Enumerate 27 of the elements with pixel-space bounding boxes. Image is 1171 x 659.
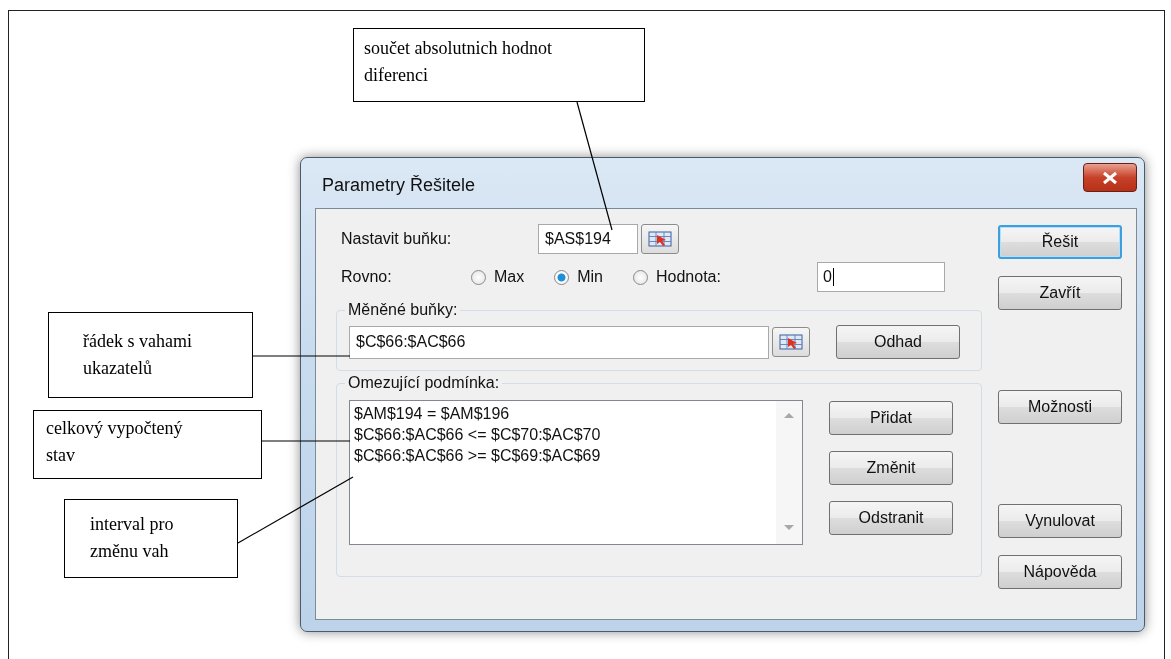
dialog-button[interactable]: Řešit	[998, 225, 1122, 259]
list-item[interactable]: $AM$194 = $AM$196	[354, 403, 772, 424]
constraint-button[interactable]: Přidat	[829, 401, 953, 435]
list-item[interactable]: $C$66:$AC$66 <= $C$70:$AC$70	[354, 424, 772, 445]
list-item[interactable]: $C$66:$AC$66 >= $C$69:$AC$69	[354, 445, 772, 466]
constraint-button[interactable]: Odstranit	[829, 501, 953, 535]
group-label: Měněné buňky:	[347, 301, 459, 319]
radio-option[interactable]: Min	[554, 268, 603, 286]
window-title: Parametry Řešitele	[322, 175, 476, 196]
field-label: Rovno:	[341, 268, 393, 286]
callout-note: součet absolutnich hodnot diferenci	[353, 28, 645, 102]
dialog-button[interactable]: Nápověda	[998, 555, 1122, 589]
callout-note: interval pro změnu vah	[64, 499, 238, 578]
radio-option[interactable]: Hodnota:	[633, 268, 721, 286]
value-field[interactable]: 0	[817, 262, 945, 292]
callout-note: řádek s vahami ukazatelů	[48, 312, 253, 398]
dialog-button[interactable]: Možnosti	[998, 390, 1122, 424]
dialog-button[interactable]: Zavřít	[998, 276, 1122, 310]
radio-option[interactable]: Max	[471, 268, 525, 286]
callout-note: celkový vypočtený stav	[33, 410, 262, 479]
field-label: Nastavit buňku:	[341, 230, 453, 248]
changing-cells-field[interactable]: $C$66:$AC$66	[349, 325, 769, 359]
constraint-button[interactable]: Změnit	[829, 451, 953, 485]
guess-button[interactable]: Odhad	[836, 325, 960, 359]
dialog-button[interactable]: Vynulovat	[998, 504, 1122, 538]
target-cell-field[interactable]: $AS$194	[538, 224, 638, 254]
group-label: Omezující podmínka:	[347, 374, 501, 392]
